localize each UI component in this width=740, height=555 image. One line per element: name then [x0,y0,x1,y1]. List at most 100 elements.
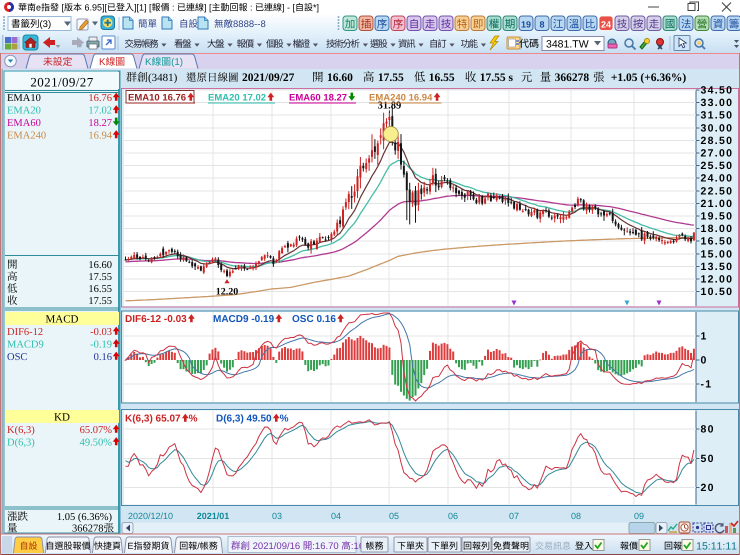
svg-text:EMA60 18.27: EMA60 18.27 [289,93,347,104]
svg-text:07: 07 [509,511,519,521]
svg-text:OSC: OSC [7,352,27,363]
svg-text::: : [248,3,256,13]
svg-text:30.00: 30.00 [701,122,734,134]
svg-text:MACD: MACD [45,314,78,326]
svg-text:EMA240 16.94: EMA240 16.94 [369,93,433,104]
svg-text:e: e [36,3,41,13]
svg-text:22.50: 22.50 [701,185,734,197]
svg-text:24.00: 24.00 [701,173,734,185]
svg-text:+1.05 (+6.36%): +1.05 (+6.36%) [605,72,686,84]
svg-text:33.00: 33.00 [701,97,734,109]
svg-text:15:11:11: 15:11:11 [696,541,737,553]
svg-text:DIF6-12 -0.03: DIF6-12 -0.03 [125,314,187,325]
svg-text:27.00: 27.00 [701,148,734,160]
svg-text:2021/01: 2021/01 [197,511,230,521]
svg-text:EMA20 17.02: EMA20 17.02 [208,93,266,104]
svg-text:(1): (1) [171,57,183,68]
svg-text:KD: KD [54,412,70,424]
svg-text:-1: -1 [701,379,713,391]
svg-text:(3481): (3481) [148,72,178,84]
svg-text:-0.03: -0.03 [90,327,112,338]
svg-text:16.55: 16.55 [426,72,461,84]
svg-text:6.95][: 6.95][ [82,3,108,13]
svg-text:18.27: 18.27 [88,118,112,129]
svg-text:13.50: 13.50 [701,261,734,273]
svg-text:][1] [: ][1] [ [134,3,152,13]
svg-text:8: 8 [539,19,544,29]
svg-text:16.94: 16.94 [88,131,112,142]
svg-text:] [: ] [ [204,3,212,13]
svg-text:DIF6-12: DIF6-12 [7,327,43,338]
svg-text:2020/12/10: 2020/12/10 [128,511,173,521]
svg-text:8888--8: 8888--8 [233,19,266,30]
svg-text:49.50%: 49.50% [80,438,113,449]
svg-text:] - [: ] - [ [282,3,295,13]
svg-text:65.07%: 65.07% [80,425,113,436]
svg-text:1: 1 [701,331,708,343]
svg-text:%: % [189,414,198,425]
svg-text::16.70: :16.70 [312,541,341,552]
svg-text:10.50: 10.50 [701,286,734,298]
svg-text:366278: 366278 [72,524,104,535]
svg-text:16.60: 16.60 [324,72,359,84]
svg-text:18.00: 18.00 [701,223,734,235]
svg-text:06: 06 [448,511,458,521]
svg-text:0: 0 [701,355,708,367]
svg-text:MACD9 -0.19: MACD9 -0.19 [213,314,275,325]
svg-text:20: 20 [701,482,715,494]
svg-text:16.55: 16.55 [88,284,112,295]
svg-text:D(6,3): D(6,3) [7,438,35,449]
svg-text:34.50: 34.50 [701,85,734,97]
svg-text:3481.TW: 3481.TW [546,39,589,51]
svg-text:28.50: 28.50 [701,135,734,147]
svg-text:K: K [145,57,152,68]
svg-text:03: 03 [272,511,282,521]
svg-text:15.00: 15.00 [701,248,734,260]
svg-text:%: % [280,414,289,425]
svg-text:31.50: 31.50 [701,110,734,122]
svg-text:25.50: 25.50 [701,160,734,172]
svg-text:17.55: 17.55 [88,272,112,283]
svg-text:2021/09/16: 2021/09/16 [250,541,303,552]
svg-text:K: K [99,57,106,68]
svg-text:05: 05 [389,511,399,521]
svg-text:16.76: 16.76 [88,93,112,104]
svg-text:12.20: 12.20 [216,286,239,297]
svg-text:K(6,3): K(6,3) [7,425,35,436]
svg-text:2021/09/27: 2021/09/27 [30,75,93,90]
svg-text:24: 24 [601,19,611,29]
svg-text:MACD9: MACD9 [7,340,44,351]
svg-text:16.60: 16.60 [88,260,112,271]
svg-text:19.50: 19.50 [701,211,734,223]
svg-text:17.55 s: 17.55 s [477,72,516,84]
svg-text:EMA240: EMA240 [7,131,46,142]
svg-text:08: 08 [571,511,581,521]
svg-text:17.55: 17.55 [88,296,112,307]
svg-text:[: [ [59,3,65,13]
svg-text:-0.19: -0.19 [90,340,112,351]
svg-text:50: 50 [701,453,715,465]
svg-text:EMA60: EMA60 [7,118,41,129]
svg-text:(3): (3) [40,19,52,30]
svg-text:*]: *] [313,3,319,13]
svg-text:366278: 366278 [552,72,590,84]
svg-text:09: 09 [634,511,644,521]
svg-text:OSC 0.16: OSC 0.16 [292,314,336,325]
svg-text::: : [170,3,178,13]
svg-text:1.05 (6.36%): 1.05 (6.36%) [57,512,113,523]
svg-text:D(6,3) 49.50: D(6,3) 49.50 [216,414,272,425]
svg-text:16.50: 16.50 [701,236,734,248]
svg-text:12.00: 12.00 [701,274,734,286]
svg-text:17.55: 17.55 [375,72,410,84]
svg-text:E: E [128,541,134,551]
svg-text:EMA10 16.76: EMA10 16.76 [128,93,186,104]
svg-text:19: 19 [521,19,531,29]
svg-text:EMA20: EMA20 [7,106,41,117]
svg-text:2021/09/27: 2021/09/27 [242,72,295,84]
svg-text:21.00: 21.00 [701,198,734,210]
svg-text:80: 80 [701,423,715,435]
svg-text:EMA10: EMA10 [7,93,41,104]
svg-text:17.02: 17.02 [88,106,112,117]
svg-text:0.16: 0.16 [94,352,112,363]
svg-text:K(6,3) 65.07: K(6,3) 65.07 [125,414,181,425]
